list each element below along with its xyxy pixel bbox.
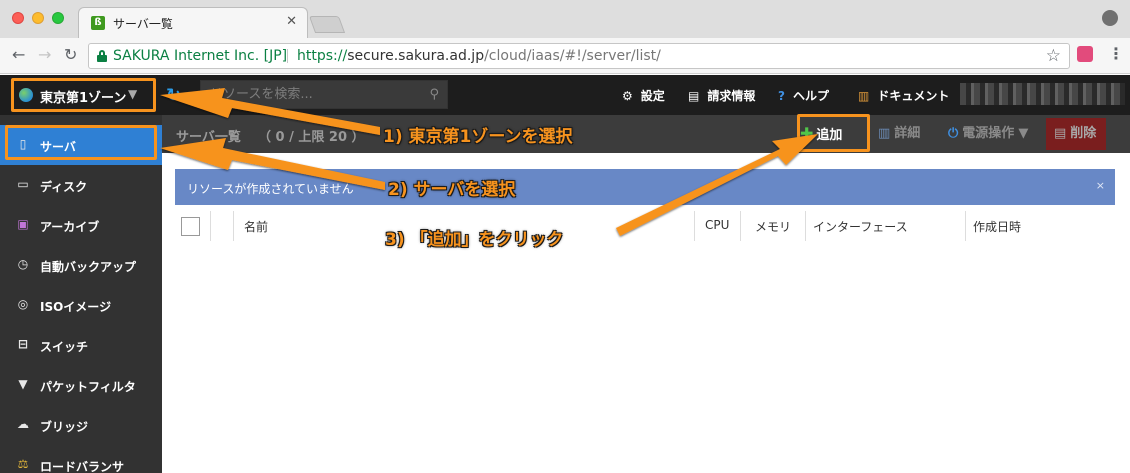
annotation-step1: 1) 東京第1ゾーンを選択 xyxy=(383,127,573,147)
annotation-step2: 2) サーバを選択 xyxy=(388,180,516,200)
annotation-arrows xyxy=(160,88,818,236)
arrow-step2 xyxy=(160,138,385,190)
arrow-step1 xyxy=(160,88,380,135)
annotation-step3: 3) 「追加」をクリック xyxy=(385,230,564,250)
arrow-step3 xyxy=(616,134,818,236)
